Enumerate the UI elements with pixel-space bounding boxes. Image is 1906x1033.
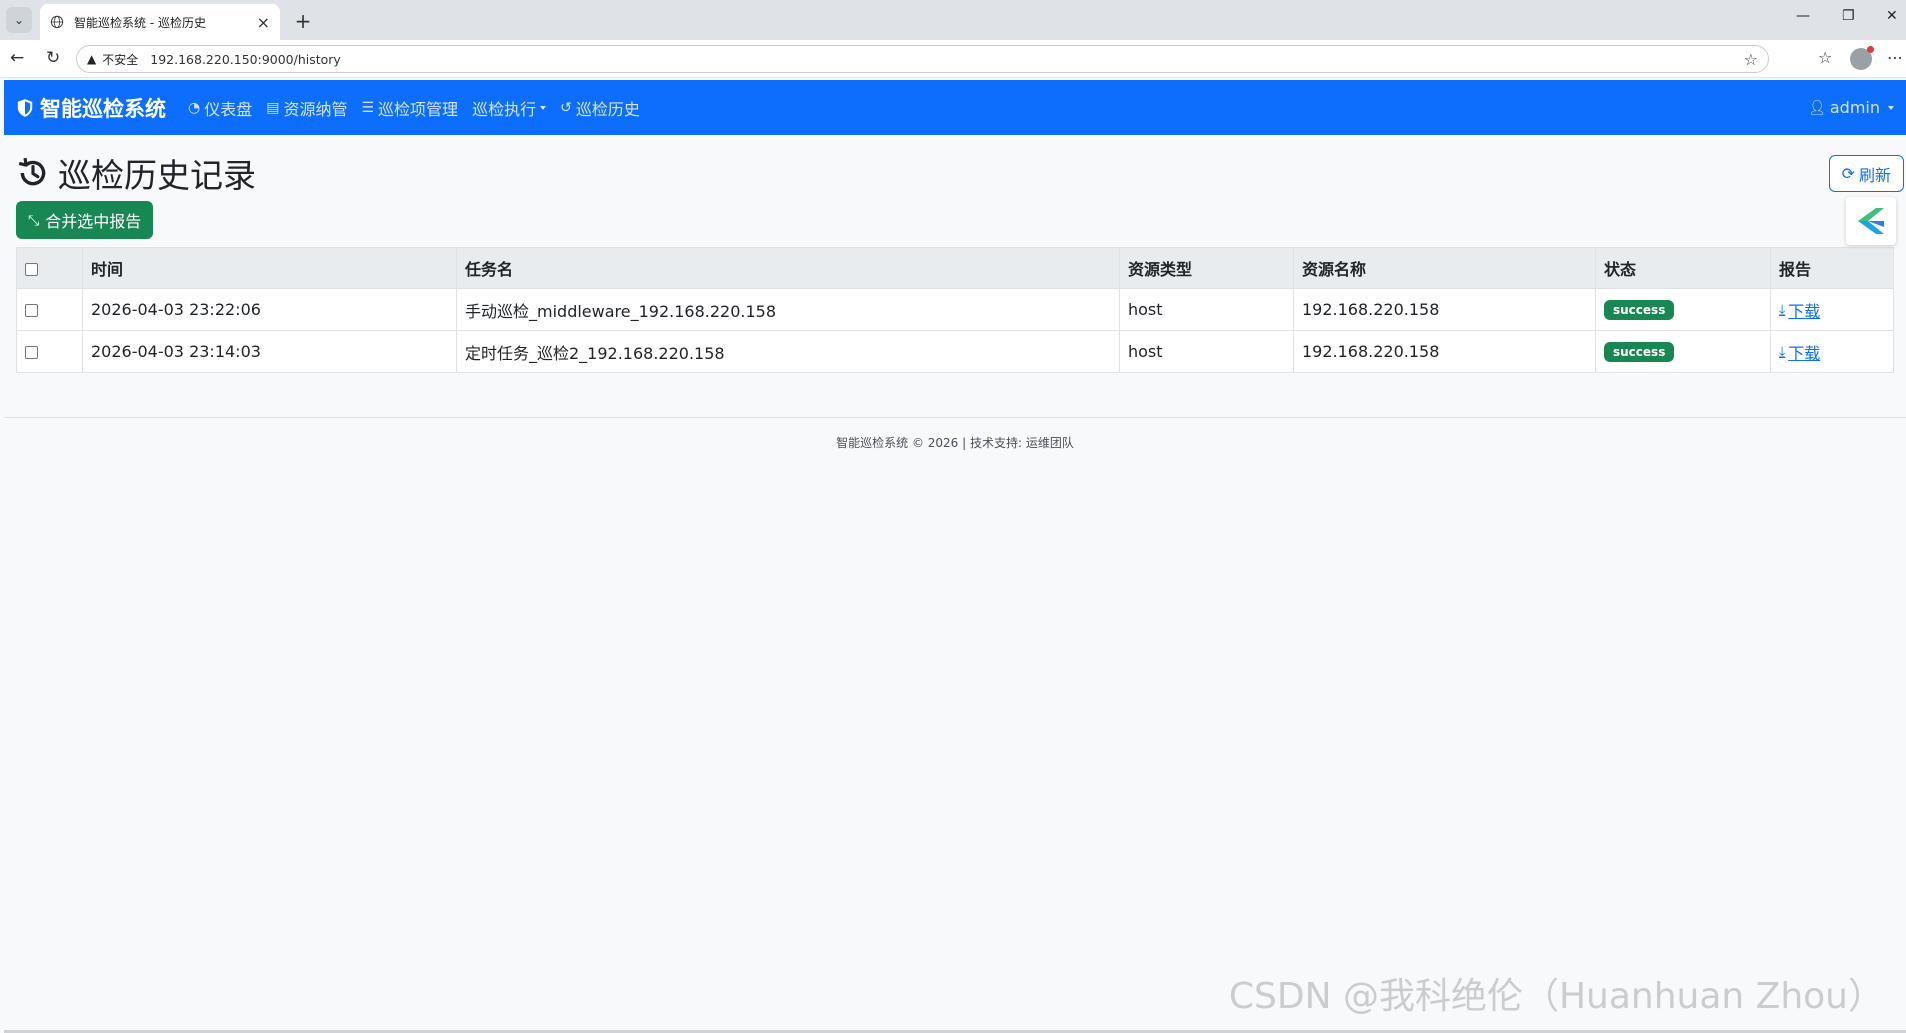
top-navbar: 智能巡检系统 ◔ 仪表盘 ▤ 资源纳管 ☰ 巡检项管理 巡检执行 ↺ 巡检历史 … — [4, 80, 1906, 135]
merge-reports-button[interactable]: ⤡ 合并选中报告 — [16, 201, 154, 239]
brand-name: 智能巡检系统 — [40, 96, 166, 121]
nav-execute-label: 巡检执行 — [472, 99, 537, 119]
browser-tabbar: ⌄ 智能巡检系统 - 巡检历史 × + — ❐ ✕ — [0, 0, 1906, 40]
cell-name: 192.168.220.158 — [1293, 288, 1596, 331]
header-status: 状态 — [1595, 247, 1771, 289]
download-icon: ⤓ — [1779, 343, 1786, 360]
footer: 智能巡检系统 © 2026 | 技术支持: 运维团队 — [4, 417, 1906, 451]
page-title: 巡检历史记录 — [16, 153, 1894, 195]
row-checkbox[interactable] — [25, 346, 38, 359]
cell-report: ⤓ 下载 — [1770, 288, 1894, 331]
nav-history-label: 巡检历史 — [575, 99, 640, 119]
dashboard-icon: ◔ — [188, 99, 201, 116]
minimize-icon[interactable]: — — [1796, 8, 1810, 24]
user-name: admin — [1829, 98, 1880, 117]
download-label: 下载 — [1788, 301, 1821, 321]
header-time: 时间 — [82, 247, 457, 289]
table-row: 2026-04-03 23:22:06 手动巡检_middleware_192.… — [16, 288, 1894, 331]
select-all-checkbox[interactable] — [25, 262, 38, 276]
notification-dot — [1867, 46, 1874, 53]
nav-execute-dropdown[interactable]: 巡检执行 — [472, 96, 547, 120]
row-select-cell — [16, 330, 83, 373]
globe-icon — [50, 15, 64, 29]
nav-resources[interactable]: ▤ 资源纳管 — [266, 96, 347, 120]
download-icon: ⤓ — [1779, 301, 1786, 318]
cell-type: host — [1119, 288, 1294, 331]
select-all-cell — [16, 247, 83, 289]
cell-type: host — [1119, 330, 1294, 373]
database-icon: ▤ — [266, 99, 280, 116]
browser-toolbar: ← ↻ ▲ 不安全 192.168.220.150:9000/history ☆… — [0, 40, 1906, 78]
download-label: 下载 — [1788, 343, 1821, 363]
cell-task: 手动巡检_middleware_192.168.220.158 — [456, 288, 1120, 331]
nav-check-items[interactable]: ☰ 巡检项管理 — [361, 96, 458, 120]
status-badge: success — [1604, 342, 1675, 362]
user-icon: 👤︎ — [1808, 99, 1826, 116]
history-icon — [18, 157, 46, 186]
watermark: CSDN @我科绝伦（Huanhuan Zhou） — [1228, 976, 1884, 1017]
header-report: 报告 — [1770, 247, 1894, 289]
reload-icon[interactable]: ↻ — [46, 48, 60, 68]
user-menu[interactable]: 👤︎ admin — [1808, 80, 1894, 135]
more-icon[interactable]: ⋯ — [1887, 48, 1903, 67]
cell-status: success — [1595, 288, 1771, 331]
list-icon: ☰ — [361, 99, 375, 116]
new-tab-button[interactable]: + — [290, 8, 316, 34]
nav-history[interactable]: ↺ 巡检历史 — [560, 96, 640, 120]
floating-logo[interactable] — [1846, 197, 1896, 245]
tab-title: 智能巡检系统 - 巡检历史 — [74, 15, 206, 30]
header-type: 资源类型 — [1119, 247, 1294, 289]
row-select-cell — [16, 288, 83, 331]
shield-icon — [17, 98, 33, 117]
brand[interactable]: 智能巡检系统 — [16, 93, 166, 123]
nav-check-items-label: 巡检项管理 — [378, 99, 459, 119]
window-close-icon[interactable]: ✕ — [1886, 8, 1898, 24]
caret-down-icon — [540, 105, 547, 110]
refresh-button[interactable]: ⟳ 刷新 — [1828, 155, 1904, 192]
download-link[interactable]: ⤓ 下载 — [1779, 340, 1820, 364]
header-task: 任务名 — [456, 247, 1120, 289]
refresh-icon: ⟳ — [1841, 164, 1855, 183]
tab-list-button[interactable]: ⌄ — [6, 7, 32, 33]
table-row: 2026-04-03 23:14:03 定时任务_巡检2_192.168.220… — [16, 330, 1894, 373]
cell-name: 192.168.220.158 — [1293, 330, 1596, 373]
favorites-icon[interactable]: ☆ — [1818, 48, 1832, 67]
row-checkbox[interactable] — [25, 304, 38, 317]
refresh-label: 刷新 — [1858, 165, 1891, 185]
history-icon: ↺ — [560, 99, 572, 116]
main-content: 巡检历史记录 ⟳ 刷新 ⤡ 合并选中报告 时间 任务名 资源类型 资源名称 状态… — [4, 135, 1906, 373]
nav-resources-label: 资源纳管 — [283, 99, 348, 119]
address-bar[interactable]: ▲ 不安全 192.168.220.150:9000/history ☆ — [76, 45, 1769, 73]
cell-report: ⤓ 下载 — [1770, 330, 1894, 373]
table-header-row: 时间 任务名 资源类型 资源名称 状态 报告 — [16, 247, 1894, 289]
status-badge: success — [1604, 300, 1675, 320]
header-name: 资源名称 — [1293, 247, 1596, 289]
download-link[interactable]: ⤓ 下载 — [1779, 298, 1820, 322]
cell-time: 2026-04-03 23:22:06 — [82, 288, 457, 331]
history-table: 时间 任务名 资源类型 资源名称 状态 报告 2026-04-03 23:22:… — [16, 247, 1894, 373]
close-icon[interactable]: × — [257, 13, 270, 32]
star-icon[interactable]: ☆ — [1744, 50, 1758, 69]
browser-tab[interactable]: 智能巡检系统 - 巡检历史 × — [40, 4, 280, 40]
logo-icon — [1858, 208, 1884, 234]
back-icon[interactable]: ← — [10, 48, 24, 68]
cell-status: success — [1595, 330, 1771, 373]
insecure-label: 不安全 — [102, 52, 139, 67]
restore-icon[interactable]: ❐ — [1842, 8, 1855, 24]
nav-dashboard[interactable]: ◔ 仪表盘 — [188, 96, 252, 120]
cell-task: 定时任务_巡检2_192.168.220.158 — [456, 330, 1120, 373]
warning-icon: ▲ — [87, 52, 97, 66]
nav-dashboard-label: 仪表盘 — [204, 99, 253, 119]
app-viewport: 智能巡检系统 ◔ 仪表盘 ▤ 资源纳管 ☰ 巡检项管理 巡检执行 ↺ 巡检历史 … — [4, 80, 1906, 1033]
merge-label: 合并选中报告 — [45, 214, 142, 231]
cell-time: 2026-04-03 23:14:03 — [82, 330, 457, 373]
caret-down-icon — [1888, 105, 1894, 110]
url-text: 192.168.220.150:9000/history — [150, 51, 341, 67]
compress-icon: ⤡ — [28, 211, 40, 228]
page-title-text: 巡检历史记录 — [58, 156, 256, 195]
